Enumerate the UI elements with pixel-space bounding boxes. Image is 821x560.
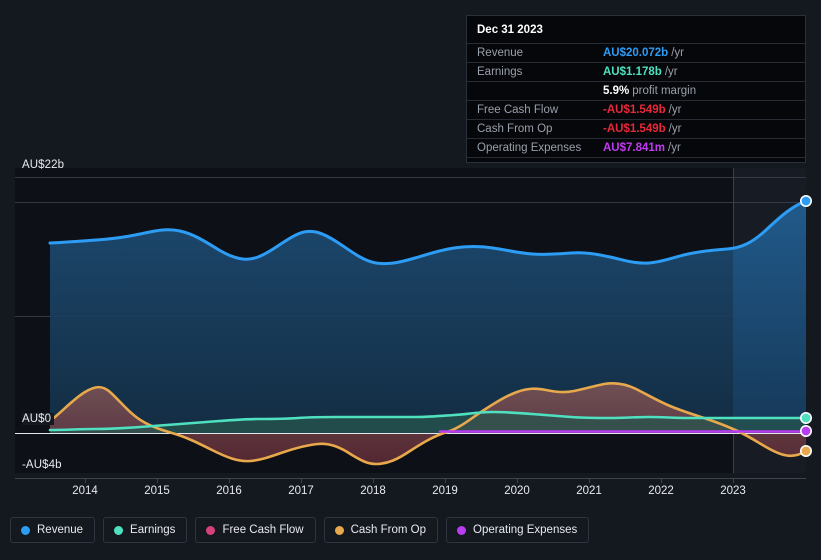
tooltip-bottom-rule: [467, 157, 805, 158]
legend-item-free-cash-flow[interactable]: Free Cash Flow: [195, 517, 316, 543]
operating-expenses-end-marker: [799, 424, 812, 437]
tooltip-label-cash-from-op: Cash From Op: [477, 123, 553, 135]
tooltip-suffix-cash-from-op: /yr: [668, 123, 682, 135]
tooltip-value-profit-margin: 5.9%: [603, 85, 630, 97]
cash-from-op-end-marker: [799, 444, 812, 457]
tooltip-value-operating-expenses: AU$7.841m: [603, 142, 666, 154]
legend-label-earnings: Earnings: [130, 524, 176, 536]
tooltip-suffix-earnings: /yr: [664, 66, 678, 78]
legend-label-free-cash-flow: Free Cash Flow: [222, 524, 304, 536]
tooltip-label-revenue: Revenue: [477, 47, 524, 59]
legend-item-cash-from-op[interactable]: Cash From Op: [323, 517, 439, 543]
legend-dot-earnings-icon: [114, 525, 124, 535]
tooltip-value-revenue: AU$20.072b: [603, 47, 669, 59]
tooltip-row-cash-from-op: Cash From Op -AU$1.549b /yr: [467, 119, 805, 138]
tooltip-value-free-cash-flow: -AU$1.549b: [603, 104, 666, 116]
legend-dot-cash-from-op-icon: [334, 525, 344, 535]
tooltip-label-operating-expenses: Operating Expenses: [477, 142, 582, 154]
earnings-end-marker: [799, 411, 812, 424]
revenue-end-marker: [799, 195, 812, 208]
legend-label-revenue: Revenue: [37, 524, 84, 536]
tooltip-label-free-cash-flow: Free Cash Flow: [477, 104, 559, 116]
tooltip-value-cash-from-op: -AU$1.549b: [603, 123, 666, 135]
legend-item-earnings[interactable]: Earnings: [103, 517, 188, 543]
chart-tooltip: Dec 31 2023 Revenue AU$20.072b /yr Earni…: [466, 15, 806, 163]
financial-chart-app: AU$22b AU$0 -AU$4b 2014 2015 2016 2017 2…: [0, 0, 821, 560]
tooltip-value-earnings: AU$1.178b: [603, 66, 662, 78]
tooltip-suffix-free-cash-flow: /yr: [668, 104, 682, 116]
tooltip-row-operating-expenses: Operating Expenses AU$7.841m /yr: [467, 138, 805, 157]
tooltip-row-free-cash-flow: Free Cash Flow -AU$1.549b /yr: [467, 100, 805, 119]
tooltip-date: Dec 31 2023: [477, 24, 543, 36]
tooltip-row-earnings: Earnings AU$1.178b /yr: [467, 62, 805, 81]
tooltip-suffix-operating-expenses: /yr: [668, 142, 681, 154]
tooltip-label-earnings: Earnings: [477, 66, 523, 78]
legend-label-cash-from-op: Cash From Op: [350, 524, 427, 536]
legend-dot-revenue-icon: [21, 525, 30, 535]
tooltip-suffix-revenue: /yr: [671, 47, 684, 59]
chart-legend: Revenue Earnings Free Cash Flow Cash Fro…: [10, 517, 590, 543]
tooltip-row-profit-margin: 5.9% profit margin: [467, 81, 805, 100]
legend-dot-free-cash-flow-icon: [206, 525, 216, 535]
legend-item-operating-expenses[interactable]: Operating Expenses: [446, 517, 590, 543]
legend-item-revenue[interactable]: Revenue: [10, 517, 96, 543]
legend-dot-operating-expenses-icon: [457, 525, 467, 535]
tooltip-row-revenue: Revenue AU$20.072b /yr: [467, 43, 805, 62]
legend-label-operating-expenses: Operating Expenses: [473, 524, 578, 536]
tooltip-suffix-profit-margin: profit margin: [632, 85, 697, 97]
